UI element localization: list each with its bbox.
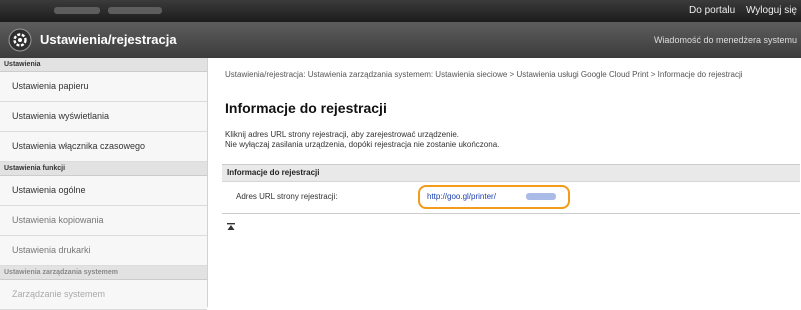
url-highlight: http://goo.gl/printer/ bbox=[418, 185, 570, 209]
top-bar: Do portalu Wyloguj się bbox=[0, 0, 801, 22]
sidebar-item-paper[interactable]: Ustawienia papieru bbox=[0, 72, 207, 102]
sidebar-heading-system: Ustawienia zarządzania systemem bbox=[0, 266, 207, 280]
sidebar: Ustawienia Ustawienia papieru Ustawienia… bbox=[0, 58, 208, 310]
settings-gear-icon bbox=[8, 28, 32, 52]
blurred-device-info bbox=[108, 7, 162, 14]
blurred-url-suffix bbox=[526, 193, 556, 200]
sidebar-item-system-management[interactable]: Zarządzanie systemem bbox=[0, 280, 207, 310]
panel-title: Informacje do rejestracji bbox=[222, 165, 800, 182]
section-heading: Informacje do rejestracji bbox=[225, 100, 387, 116]
page-title: Ustawienia/rejestracja bbox=[40, 32, 177, 47]
breadcrumb: Ustawienia/rejestracja: Ustawienia zarzą… bbox=[225, 70, 743, 79]
registration-info-panel: Informacje do rejestracji Adres URL stro… bbox=[222, 164, 800, 214]
description-line-2: Nie wyłączaj zasilania urządzenia, dopók… bbox=[225, 140, 500, 149]
registration-url-label: Adres URL strony rejestracji: bbox=[236, 192, 338, 201]
sidebar-item-printer[interactable]: Ustawienia drukarki bbox=[0, 236, 207, 266]
description: Kliknij adres URL strony rejestracji, ab… bbox=[225, 130, 499, 150]
sidebar-heading-settings: Ustawienia bbox=[0, 58, 207, 72]
title-bar: Ustawienia/rejestracja Wiadomość do mene… bbox=[0, 22, 801, 58]
back-to-top-icon[interactable] bbox=[226, 222, 236, 232]
sidebar-item-copy[interactable]: Ustawienia kopiowania bbox=[0, 206, 207, 236]
sidebar-item-display[interactable]: Ustawienia wyświetlania bbox=[0, 102, 207, 132]
message-to-admin-link[interactable]: Wiadomość do menedżera systemu bbox=[654, 35, 797, 45]
main-content: Ustawienia/rejestracja: Ustawienia zarzą… bbox=[208, 58, 801, 307]
portal-link[interactable]: Do portalu bbox=[689, 5, 735, 16]
top-links: Do portalu Wyloguj się bbox=[681, 5, 797, 16]
registration-url-link[interactable]: http://goo.gl/printer/ bbox=[427, 192, 496, 201]
sidebar-item-general[interactable]: Ustawienia ogólne bbox=[0, 176, 207, 206]
sidebar-item-timer[interactable]: Ustawienia włącznika czasowego bbox=[0, 132, 207, 162]
logout-link[interactable]: Wyloguj się bbox=[746, 5, 797, 16]
sidebar-heading-functions: Ustawienia funkcji bbox=[0, 162, 207, 176]
blurred-device-name bbox=[54, 7, 100, 14]
description-line-1: Kliknij adres URL strony rejestracji, ab… bbox=[225, 130, 460, 139]
